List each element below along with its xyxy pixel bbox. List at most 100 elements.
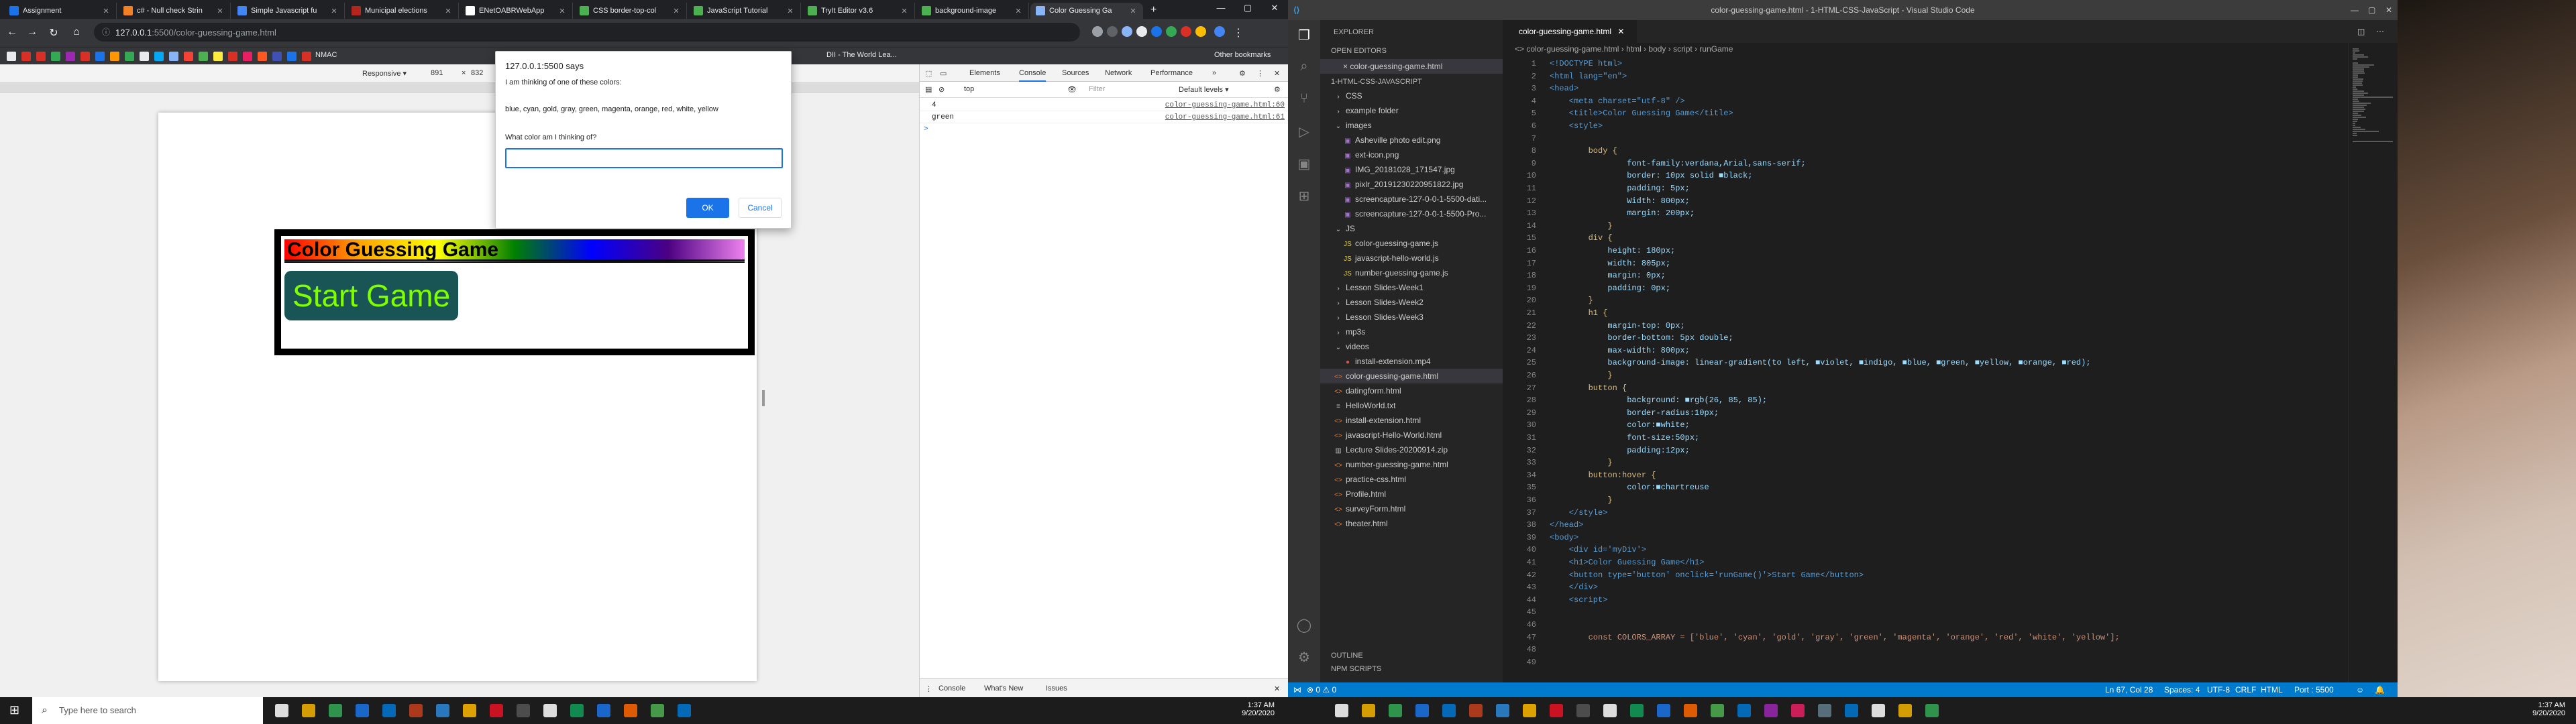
console-source-link[interactable]: color-guessing-game.html:60 (1165, 101, 1285, 109)
file-tree-item[interactable]: ≡ HelloWorld.txt (1320, 398, 1503, 413)
maximize-icon[interactable]: ▢ (2368, 5, 2375, 15)
kebab-menu-icon[interactable]: ⋮ (1232, 26, 1245, 40)
extension-icon[interactable] (1151, 26, 1162, 37)
gear-icon[interactable]: ⚙ (1274, 85, 1281, 94)
eye-icon[interactable]: 👁 (1067, 85, 1077, 94)
account-icon[interactable]: ◯ (1296, 617, 1312, 633)
file-tree-item[interactable]: › example folder (1320, 103, 1503, 118)
address-bar[interactable]: ⓘ 127.0.0.1:5500/color-guessing-game.htm… (94, 23, 1080, 42)
taskbar-app-icon[interactable] (651, 704, 664, 717)
file-tree-item[interactable]: <> color-guessing-game.html (1320, 369, 1503, 383)
file-tree-item[interactable]: ▣ IMG_20181028_171547.jpg (1320, 162, 1503, 177)
info-icon[interactable]: ⓘ (102, 26, 110, 38)
bookmark-icon[interactable] (199, 52, 208, 61)
console-filter-input[interactable]: Filter (1089, 85, 1105, 93)
taskbar-app-icon[interactable] (1603, 704, 1617, 717)
minimize-icon[interactable]: — (2351, 5, 2359, 15)
device-mode-select[interactable]: Responsive ▾ (362, 69, 407, 78)
close-icon[interactable]: ✕ (672, 7, 681, 15)
taskbar-app-icon[interactable] (1389, 704, 1402, 717)
close-icon[interactable]: ✕ (1617, 27, 1624, 36)
taskbar-app-icon[interactable] (1737, 704, 1751, 717)
taskbar-app-icon[interactable] (517, 704, 530, 717)
file-tree-item[interactable]: › Lesson Slides-Week2 (1320, 295, 1503, 310)
bell-icon[interactable]: 🔔 (2375, 685, 2385, 695)
open-editors-header[interactable]: OPEN EDITORS (1331, 47, 1387, 55)
line-endings[interactable]: CRLF (2235, 685, 2256, 695)
drawer-menu-icon[interactable]: ⋮ (925, 684, 932, 693)
bookmark-icon[interactable] (228, 52, 237, 61)
bookmark-icon[interactable] (287, 52, 297, 61)
editor-tab-active[interactable]: color-guessing-game.html ✕ (1503, 20, 1637, 43)
live-server-port[interactable]: Port : 5500 (2294, 685, 2334, 695)
bookmark-icon[interactable] (140, 52, 149, 61)
bookmark-icon[interactable] (7, 52, 16, 61)
maximize-icon[interactable]: ▢ (1234, 3, 1261, 13)
sidebar-toggle-icon[interactable]: ▤ (925, 85, 932, 94)
taskbar-app-icon[interactable] (1925, 704, 1939, 717)
taskbar-app-icon[interactable] (1657, 704, 1670, 717)
close-icon[interactable]: ✕ (329, 7, 339, 15)
minimap[interactable] (2348, 43, 2398, 682)
resize-handle[interactable] (762, 390, 765, 406)
clock[interactable]: 1:37 AM 9/20/2020 (1208, 701, 1275, 717)
extensions-icon[interactable]: ⊞ (1296, 188, 1312, 204)
tab-elements[interactable]: Elements (969, 69, 1000, 77)
taskbar-app-icon[interactable] (1872, 704, 1885, 717)
tab-network[interactable]: Network (1105, 69, 1132, 77)
file-tree-item[interactable]: <> practice-css.html (1320, 472, 1503, 487)
tab-console[interactable]: Console (1019, 69, 1046, 82)
taskbar-app-icon[interactable] (1684, 704, 1697, 717)
device-height[interactable]: 832 (471, 69, 483, 77)
bookmark-icon[interactable] (36, 52, 46, 61)
run-icon[interactable]: ▷ (1296, 123, 1312, 139)
log-levels-select[interactable]: Default levels ▾ (1179, 85, 1229, 94)
file-tree-item[interactable]: › CSS (1320, 88, 1503, 103)
taskbar-app-icon[interactable] (1898, 704, 1912, 717)
taskbar-app-icon[interactable] (1818, 704, 1831, 717)
bookmark-dii[interactable]: DII - The World Lea... (826, 51, 897, 59)
close-icon[interactable]: ✕ (215, 7, 225, 15)
browser-tab[interactable]: ENetOABRWebApp ✕ (460, 3, 573, 19)
file-tree-item[interactable]: ▥ Lecture Slides-20200914.zip (1320, 442, 1503, 457)
clear-console-icon[interactable]: ⊘ (938, 85, 945, 94)
console-source-link[interactable]: color-guessing-game.html:61 (1165, 113, 1285, 121)
close-icon[interactable]: ✕ (2385, 5, 2392, 15)
workspace-header[interactable]: 1-HTML-CSS-JAVASCRIPT (1331, 78, 1422, 86)
profile-avatar[interactable] (1214, 26, 1225, 37)
drawer-tab-console[interactable]: Console (938, 684, 965, 692)
file-tree-item[interactable]: <> surveyForm.html (1320, 501, 1503, 516)
file-tree-item[interactable]: <> datingform.html (1320, 383, 1503, 398)
taskbar-app-icon[interactable] (1335, 704, 1348, 717)
close-icon[interactable]: ✕ (557, 7, 567, 15)
source-control-icon[interactable]: ⑂ (1296, 91, 1312, 107)
taskbar-app-icon[interactable] (1469, 704, 1483, 717)
browser-tab[interactable]: JavaScript Tutorial ✕ (688, 3, 801, 19)
file-tree-item[interactable]: ● install-extension.mp4 (1320, 354, 1503, 369)
file-tree-item[interactable]: <> number-guessing-game.html (1320, 457, 1503, 472)
browser-tab[interactable]: Assignment ✕ (4, 3, 117, 19)
other-bookmarks[interactable]: Other bookmarks (1214, 51, 1271, 59)
kebab-menu-icon[interactable]: ⋮ (1256, 69, 1264, 78)
taskbar-app-icon[interactable] (543, 704, 557, 717)
taskbar-app-icon[interactable] (570, 704, 584, 717)
taskbar-app-icon[interactable] (1711, 704, 1724, 717)
taskbar-app-icon[interactable] (409, 704, 423, 717)
extension-icon[interactable] (1166, 26, 1177, 37)
file-tree-item[interactable]: ▣ pixlr_20191230220951822.jpg (1320, 177, 1503, 192)
bookmark-icon[interactable] (110, 52, 119, 61)
browser-tab[interactable]: Color Guessing Ga ✕ (1030, 3, 1143, 19)
drawer-tab-whats-new[interactable]: What's New (984, 684, 1023, 692)
close-icon[interactable]: ✕ (1014, 7, 1023, 15)
clock[interactable]: 1:37 AM 9/20/2020 (2498, 701, 2565, 717)
tab-more[interactable]: » (1212, 69, 1216, 77)
taskbar-app-icon[interactable] (356, 704, 369, 717)
bookmark-icon[interactable] (184, 52, 193, 61)
tab-performance[interactable]: Performance (1150, 69, 1193, 77)
device-toggle-icon[interactable]: ▭ (940, 69, 947, 78)
taskbar-app-icon[interactable] (463, 704, 476, 717)
remote-icon[interactable]: ▣ (1296, 156, 1312, 172)
problems-count[interactable]: ⊗ 0 ⚠ 0 (1307, 685, 1336, 695)
taskbar-app-icon[interactable] (1764, 704, 1778, 717)
browser-tab[interactable]: background-image ✕ (916, 3, 1029, 19)
